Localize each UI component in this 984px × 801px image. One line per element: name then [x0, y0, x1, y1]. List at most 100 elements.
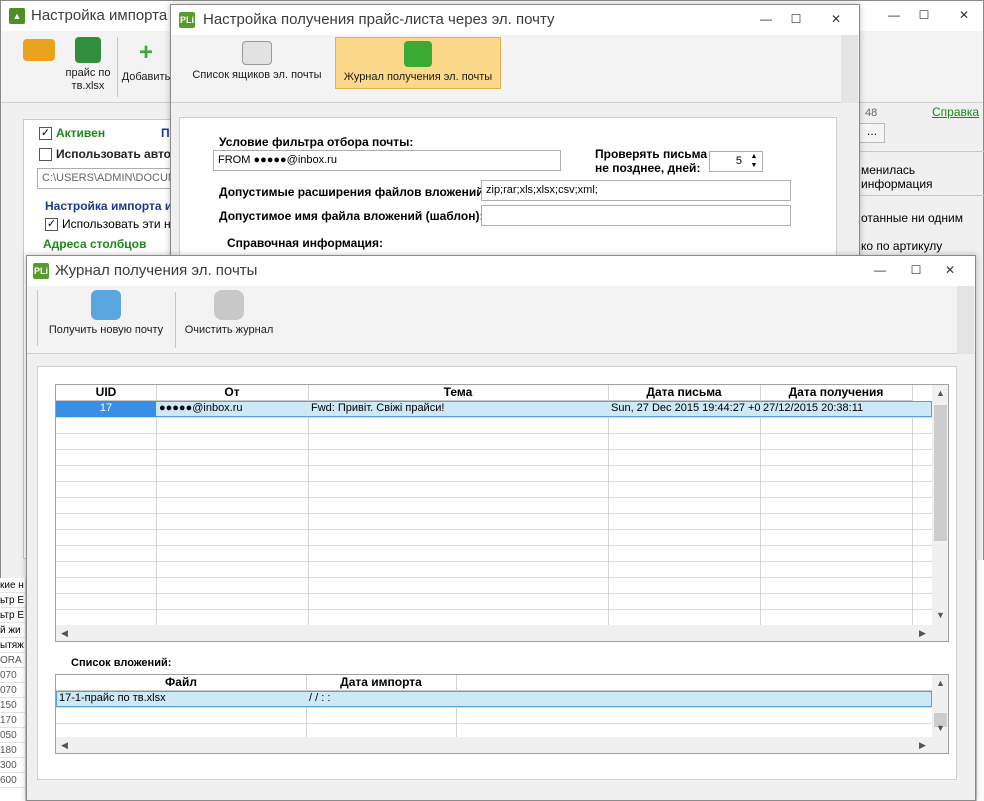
checkbox-unchecked-icon [39, 148, 52, 162]
close-icon[interactable]: ✕ [825, 10, 847, 28]
add-button[interactable]: + Добавить [119, 39, 173, 84]
scroll-up-icon[interactable]: ▲ [932, 385, 948, 402]
scroll-down-icon[interactable]: ▼ [932, 720, 948, 737]
column-divider [308, 385, 309, 625]
use-auto-checkbox[interactable]: Использовать авто [39, 147, 171, 162]
price-file-dropdown[interactable]: прайс по тв.xlsx [61, 37, 115, 93]
maximize-icon[interactable]: ☐ [785, 10, 807, 28]
column-divider [760, 385, 761, 625]
row-divider [56, 481, 932, 482]
grid-fragment-cell: 600 [0, 773, 25, 788]
active-label: Активен [56, 126, 106, 140]
ribbon-separator [175, 292, 176, 348]
dots-button[interactable]: ... [859, 123, 885, 143]
envelope-icon [242, 41, 272, 65]
column-header[interactable]: Дата получения [760, 385, 912, 401]
attachments-label: Список вложений: [71, 657, 172, 669]
by-article-label: ко по артикулу [861, 239, 943, 253]
grid-fragment-cell: кие н [0, 578, 25, 593]
minimize-icon[interactable]: — [869, 261, 891, 279]
close-icon[interactable]: ✕ [953, 6, 975, 24]
mail-grid-hscroll[interactable]: ◀ ▶ [56, 625, 948, 641]
column-header[interactable]: От [156, 385, 308, 401]
column-header-filler [456, 675, 932, 691]
check-days-label-2: не позднее, дней: [595, 161, 701, 175]
filename-label: Допустимое имя файла вложений (шаблон): [219, 209, 484, 223]
get-new-mail-button[interactable]: Получить новую почту [41, 290, 171, 336]
extensions-field[interactable]: zip;rar;xls;xlsx;csv;xml; [481, 180, 791, 201]
ribbon-separator [117, 37, 118, 97]
close-icon[interactable]: ✕ [939, 261, 961, 279]
price-file-button[interactable] [15, 39, 63, 65]
mail-journal-tab[interactable]: Журнал получения эл. почты [335, 37, 501, 89]
mailbox-list-label: Список ящиков эл. почты [192, 69, 322, 81]
scroll-left-icon[interactable]: ◀ [56, 625, 73, 641]
table-cell: 17 [56, 401, 156, 417]
row-divider [56, 545, 932, 546]
stepper-up-icon[interactable]: ▲ [747, 152, 761, 161]
column-divider [608, 385, 609, 625]
row-divider [56, 561, 932, 562]
path-field[interactable]: C:\USERS\ADMIN\DOCUME [37, 168, 177, 189]
mail-ribbon: Список ящиков эл. почты Журнал получения… [171, 35, 859, 103]
grid-fragment-cell: ытяж [0, 638, 25, 653]
table-cell: 17-1-прайс по тв.xlsx [59, 692, 166, 704]
attachments-grid[interactable]: Файл Дата импорта 17-1-прайс по тв.xlsx / … [55, 674, 949, 754]
scroll-left-icon[interactable]: ◀ [56, 737, 73, 753]
window-title: Настройка импорта [31, 7, 168, 24]
minimize-icon[interactable]: — [883, 6, 905, 24]
row-divider [56, 609, 932, 610]
use-these-checkbox[interactable]: ✓ Использовать эти нас [45, 217, 183, 232]
journal-titlebar: PLi Журнал получения эл. почты — ☐ ✕ [27, 256, 975, 286]
app-icon: ▲ [9, 8, 25, 24]
column-header[interactable]: Дата импорта [306, 675, 456, 691]
checkbox-checked-icon: ✓ [39, 127, 52, 141]
grid-fragment-cell: й жи [0, 623, 25, 638]
mail-journal-label: Журнал получения эл. почты [343, 71, 493, 83]
minimize-icon[interactable]: — [755, 10, 777, 28]
filename-field[interactable] [481, 205, 791, 226]
column-header[interactable]: Дата письма [608, 385, 760, 401]
background-grid-remnant-right [976, 560, 984, 801]
scroll-right-icon[interactable]: ▶ [914, 737, 931, 753]
clear-journal-button[interactable]: Очистить журнал [179, 290, 279, 336]
stepper-down-icon[interactable]: ▼ [747, 161, 761, 170]
grid-fragment-cell: 300 [0, 758, 25, 773]
filter-field[interactable]: FROM ●●●●●@inbox.ru [213, 150, 561, 171]
ribbon-scrollbar[interactable] [957, 286, 974, 354]
active-checkbox[interactable]: ✓ Активен [39, 126, 106, 141]
window-title: Настройка получения прайс-листа через эл… [203, 11, 555, 28]
mail-grid-vscroll[interactable]: ▲ ▼ [932, 385, 948, 625]
grid-fragment-cell: ьтр Е [0, 595, 25, 608]
window-title: Журнал получения эл. почты [55, 262, 258, 279]
help-link[interactable]: Справка [932, 105, 979, 119]
maximize-icon[interactable]: ☐ [913, 6, 935, 24]
row-divider [56, 577, 932, 578]
mail-grid[interactable]: UID От Тема Дата письма Дата получения 17 ●●●… [55, 384, 949, 642]
grid-fragment-cell: ьтр Е [0, 610, 25, 623]
database-delete-icon [214, 290, 244, 320]
scroll-down-icon[interactable]: ▼ [932, 607, 948, 624]
ribbon-scrollbar[interactable] [841, 35, 858, 103]
table-cell: Sun, 27 Dec 2015 19:44:27 +0 [611, 402, 760, 414]
add-label: Добавить [121, 71, 171, 83]
clear-journal-label: Очистить журнал [184, 324, 274, 336]
scroll-up-icon[interactable]: ▲ [932, 675, 948, 692]
row-divider [56, 529, 932, 530]
column-header[interactable]: Файл [56, 675, 306, 691]
count-label: 48 [865, 107, 878, 119]
column-header[interactable]: UID [56, 385, 156, 401]
attachments-hscroll[interactable]: ◀ ▶ [56, 737, 948, 753]
maximize-icon[interactable]: ☐ [905, 261, 927, 279]
check-days-value: 5 [735, 155, 742, 167]
scroll-thumb[interactable] [934, 405, 947, 541]
not-processed-label: отанные ни одним [861, 211, 963, 225]
row-divider [56, 417, 932, 418]
mailbox-list-tab[interactable]: Список ящиков эл. почты [181, 39, 333, 91]
plus-icon: + [138, 39, 153, 66]
attachments-vscroll[interactable]: ▲ ▼ [932, 675, 948, 737]
column-header[interactable]: Тема [308, 385, 608, 401]
import-settings-label: Настройка импорта из [45, 199, 179, 213]
scroll-right-icon[interactable]: ▶ [914, 625, 931, 641]
extensions-label: Допустимые расширения файлов вложений: [219, 185, 488, 199]
